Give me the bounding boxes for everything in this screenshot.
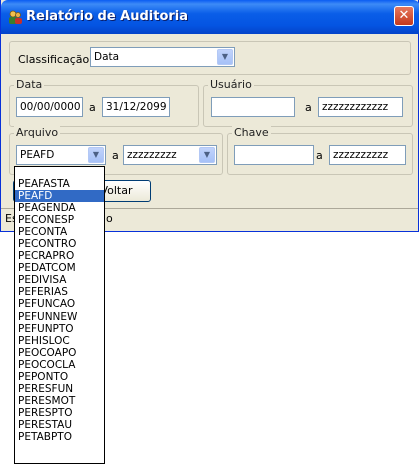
data-to-field[interactable]: 31/12/2099 [102, 97, 170, 117]
dropdown-item[interactable]: PERESPTO [15, 407, 104, 419]
dropdown-item[interactable]: PEAGENDA [15, 202, 104, 214]
classificacao-select[interactable]: Data ▼ [90, 47, 235, 67]
close-icon: ✕ [398, 8, 410, 23]
voltar-label: Voltar [100, 184, 133, 197]
window-title: Relatório de Auditoria [26, 9, 189, 24]
dropdown-item[interactable]: PEPONTO [15, 371, 104, 383]
dropdown-items: PEAFASTA PEAFD PEAGENDA PECONESP PECONTA PECO… [15, 178, 104, 443]
dropdown-item[interactable]: PEFERIAS [15, 286, 104, 298]
dropdown-item[interactable]: PEOCOCLA [15, 359, 104, 371]
dropdown-item[interactable]: PECRAPRO [15, 250, 104, 262]
dropdown-item[interactable]: PETABPTO [15, 431, 104, 443]
data-legend: Data [14, 78, 45, 92]
dropdown-item[interactable]: PEDATCOM [15, 262, 104, 274]
dropdown-item[interactable]: PERESMOT [15, 395, 104, 407]
usuario-sep-label: a [305, 101, 312, 114]
chave-group: Chave a zzzzzzzzzz [227, 126, 413, 175]
dropdown-item[interactable]: PERESFUN [15, 383, 104, 395]
arquivo-sep-label: a [112, 149, 119, 162]
data-sep-label: a [89, 101, 96, 114]
chave-from-field[interactable] [234, 145, 314, 165]
chave-to-field[interactable]: zzzzzzzzzz [329, 145, 406, 165]
close-button[interactable]: ✕ [394, 6, 414, 26]
usuario-to-field[interactable]: zzzzzzzzzzzz [318, 97, 403, 117]
dropdown-item[interactable]: PERESTAU [15, 419, 104, 431]
dropdown-item[interactable]: PEFUNPTO [15, 323, 104, 335]
dropdown-item[interactable]: PECONTA [15, 226, 104, 238]
usuario-group: Usuário a zzzzzzzzzzzz [203, 78, 413, 127]
dropdown-item[interactable]: PEDIVISA [15, 274, 104, 286]
chave-legend: Chave [232, 126, 271, 140]
chevron-down-icon[interactable]: ▼ [88, 147, 104, 163]
title-bar[interactable]: Relatório de Auditoria ✕ [1, 0, 419, 34]
dropdown-item[interactable]: PEAFD [15, 190, 104, 203]
dropdown-item[interactable]: PEAFASTA [15, 178, 104, 190]
dropdown-item[interactable]: PEFUNNEW [15, 311, 104, 323]
classificacao-label: Classificação: [18, 53, 93, 66]
arquivo-dropdown-list[interactable]: PEAFASTA PEAFD PEAGENDA PECONESP PECONTA PECO… [14, 166, 105, 464]
dropdown-spacer [15, 167, 104, 178]
arquivo-to-select[interactable]: zzzzzzzzz ▼ [123, 145, 217, 165]
dropdown-item[interactable]: PEOCOAPO [15, 347, 104, 359]
dropdown-item[interactable]: PEHISLOC [15, 335, 104, 347]
classificacao-group: Classificação: Data ▼ [9, 41, 411, 75]
data-from-field[interactable]: 00/00/0000 [16, 97, 83, 117]
people-icon [9, 10, 22, 24]
arquivo-to-value: zzzzzzzzz [127, 149, 177, 161]
chevron-down-icon[interactable]: ▼ [217, 49, 233, 65]
dropdown-item[interactable]: PECONTRO [15, 238, 104, 250]
dropdown-item[interactable]: PEFUNCAO [15, 298, 104, 310]
arquivo-legend: Arquivo [14, 126, 61, 140]
classificacao-value: Data [94, 51, 120, 63]
usuario-from-field[interactable] [211, 97, 295, 117]
usuario-legend: Usuário [208, 78, 254, 92]
data-group: Data 00/00/0000 a 31/12/2099 [9, 78, 199, 127]
chevron-down-icon[interactable]: ▼ [199, 147, 215, 163]
arquivo-from-value: PEAFD [20, 149, 55, 161]
arquivo-from-select[interactable]: PEAFD ▼ [16, 145, 106, 165]
status-text-right: o [106, 212, 113, 225]
chave-sep-label: a [316, 149, 323, 162]
dropdown-item[interactable]: PECONESP [15, 214, 104, 226]
